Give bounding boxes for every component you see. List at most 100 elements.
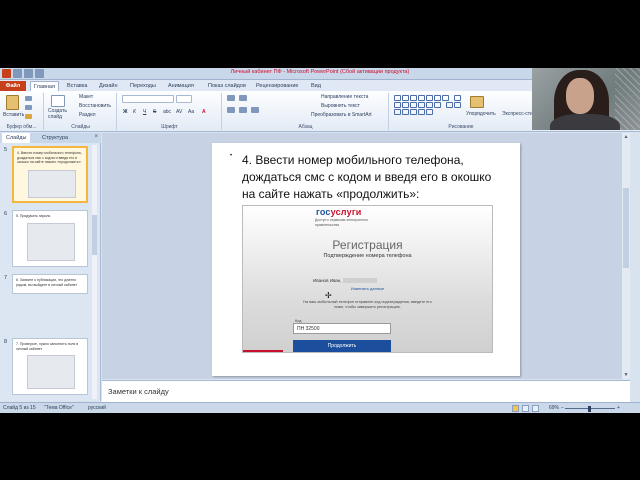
slide-body-text[interactable]: 4. Ввести номер мобильного телефона, дож… — [242, 152, 507, 203]
underline-button[interactable]: Ч — [143, 109, 146, 115]
shapes-gallery[interactable] — [394, 95, 464, 116]
slide-thumbnail-image — [27, 355, 75, 389]
paste-icon[interactable] — [6, 95, 19, 110]
slide-sorter-view-button[interactable] — [522, 405, 529, 412]
registration-title: Регистрация — [332, 238, 403, 252]
format-painter-icon[interactable] — [25, 114, 32, 119]
copy-icon[interactable] — [25, 105, 32, 110]
notes-placeholder: Заметки к слайду — [108, 387, 169, 396]
scroll-up-icon[interactable]: ▲ — [623, 134, 629, 140]
slide-thumbnail-text: 4. Ввести номер мобильного телефона, дож… — [17, 151, 82, 164]
paste-button[interactable]: Вставить — [3, 112, 24, 118]
numbering-icon[interactable] — [239, 95, 247, 101]
bullets-icon[interactable] — [227, 95, 235, 101]
theme-name[interactable]: "Тема Office" — [44, 404, 74, 413]
notes-pane[interactable]: Заметки к слайду — [102, 380, 630, 402]
slide-editing-area: • 4. Ввести номер мобильного телефона, д… — [102, 133, 630, 379]
zoom-out-button[interactable]: − — [561, 404, 564, 413]
align-left-icon[interactable] — [227, 107, 235, 113]
arrange-icon[interactable] — [470, 96, 484, 108]
tab-home[interactable]: Главная — [30, 81, 59, 91]
registration-subtitle: Подтверждение номера телефона — [323, 253, 412, 259]
reset-button[interactable]: Восстановить — [79, 103, 111, 109]
font-color-button[interactable]: A — [202, 109, 206, 115]
slides-panel-tabs: Слайды Структура × — [0, 133, 101, 143]
tab-outline[interactable]: Структура — [38, 133, 72, 143]
align-text-button[interactable]: Выровнять текст — [321, 103, 360, 109]
italic-button[interactable]: К — [133, 109, 136, 115]
font-name-combo[interactable] — [122, 95, 174, 103]
tab-slides[interactable]: Слайды — [2, 133, 31, 143]
blurred-phone-number — [343, 278, 377, 283]
scrollbar-thumb[interactable] — [623, 188, 629, 268]
group-drawing: Упорядочить Экспресс-стили Рисование — [390, 93, 539, 130]
slides-panel-scrollbar[interactable] — [92, 145, 97, 399]
code-input: ПН 32500 — [293, 323, 391, 334]
new-slide-icon[interactable] — [51, 95, 65, 107]
change-case-button[interactable]: Aa — [188, 109, 194, 115]
slide-count: Слайд 5 из 15 — [3, 405, 36, 411]
slide-number: 7 — [4, 275, 8, 281]
scrollbar-thumb[interactable] — [92, 215, 97, 255]
gosuslugi-logo: госуслуги — [316, 207, 362, 217]
arrange-button[interactable]: Упорядочить — [466, 111, 496, 117]
character-spacing-button[interactable]: AV — [176, 109, 182, 115]
slide-thumbnail-image — [27, 223, 75, 261]
vertical-scrollbar[interactable]: ▲ ▼ — [622, 133, 630, 379]
continue-button: Продолжить — [293, 340, 391, 352]
tab-design[interactable]: Дизайн — [96, 81, 121, 91]
group-paragraph: Направление текста Выровнять текст Преоб… — [223, 93, 389, 130]
background-fence — [615, 68, 640, 130]
tab-file[interactable]: Файл — [0, 81, 26, 91]
slide-thumbnail-image — [28, 170, 76, 198]
tab-transitions[interactable]: Переходы — [127, 81, 159, 91]
bold-button[interactable]: Ж — [123, 109, 128, 115]
shadow-button[interactable]: abc — [163, 109, 171, 115]
slide-thumbnail[interactable]: 7. Проверьте, нужно заполнить поля в лич… — [12, 338, 88, 395]
slides-panel: Слайды Структура × 5 4. Ввести номер моб… — [0, 133, 101, 409]
align-right-icon[interactable] — [251, 107, 259, 113]
normal-view-button[interactable] — [512, 405, 519, 412]
convert-smartart-button[interactable]: Преобразовать в SmartArt — [311, 112, 372, 118]
slide-thumbnail-text: 6. Заявите о публикации, это длинно рядо… — [16, 278, 78, 287]
align-center-icon[interactable] — [239, 107, 247, 113]
group-clipboard-label: Буфер обм... — [6, 124, 37, 130]
close-icon[interactable]: × — [94, 134, 98, 140]
zoom-in-button[interactable]: + — [617, 404, 620, 413]
zoom-level[interactable]: 69% — [549, 404, 559, 413]
website-screenshot[interactable]: госуслуги Доступ к сервисам электронного… — [242, 205, 493, 353]
slide-number: 5 — [4, 147, 8, 153]
text-direction-button[interactable]: Направление текста — [321, 94, 368, 100]
layout-button[interactable]: Макет — [79, 94, 93, 100]
status-bar: Слайд 5 из 15 "Тема Office" русский 69% … — [0, 402, 640, 413]
mouse-cursor-icon: ✢ — [325, 291, 332, 300]
strikethrough-button[interactable]: S — [153, 109, 156, 115]
slide-thumbnail-text: 5. Придумать пароль: — [16, 214, 52, 218]
group-font: Ж К Ч S abc AV Aa A Шрифт — [118, 93, 222, 130]
tab-view[interactable]: Вид — [308, 81, 324, 91]
slide-thumbnail[interactable]: 4. Ввести номер мобильного телефона, дож… — [12, 146, 88, 203]
slide-thumbnail[interactable]: 6. Заявите о публикации, это длинно рядо… — [12, 274, 88, 294]
tab-slideshow[interactable]: Показ слайдов — [205, 81, 249, 91]
tab-animation[interactable]: Анимация — [165, 81, 197, 91]
language[interactable]: русский — [88, 404, 106, 413]
section-button[interactable]: Раздел — [79, 112, 96, 118]
reading-view-button[interactable] — [532, 405, 539, 412]
slide-thumbnail[interactable]: 5. Придумать пароль: — [12, 210, 88, 267]
presenter-face — [566, 78, 594, 114]
presenter-body — [550, 114, 620, 130]
tab-insert[interactable]: Вставка — [64, 81, 90, 91]
new-slide-button[interactable]: Создать слайд — [48, 108, 70, 120]
cut-icon[interactable] — [25, 96, 32, 101]
scroll-down-icon[interactable]: ▼ — [623, 372, 629, 378]
webcam-overlay — [532, 68, 640, 130]
tab-review[interactable]: Рецензирование — [253, 81, 301, 91]
font-size-combo[interactable] — [176, 95, 192, 103]
group-font-label: Шрифт — [161, 124, 178, 130]
slide[interactable]: • 4. Ввести номер мобильного телефона, д… — [212, 143, 520, 376]
group-clipboard: Вставить Буфер обм... — [0, 93, 44, 130]
bullet: • — [230, 153, 233, 159]
zoom-slider-knob[interactable] — [588, 406, 591, 412]
group-slides: Создать слайд Макет Восстановить Раздел … — [45, 93, 117, 130]
slide-number: 6 — [4, 211, 8, 217]
